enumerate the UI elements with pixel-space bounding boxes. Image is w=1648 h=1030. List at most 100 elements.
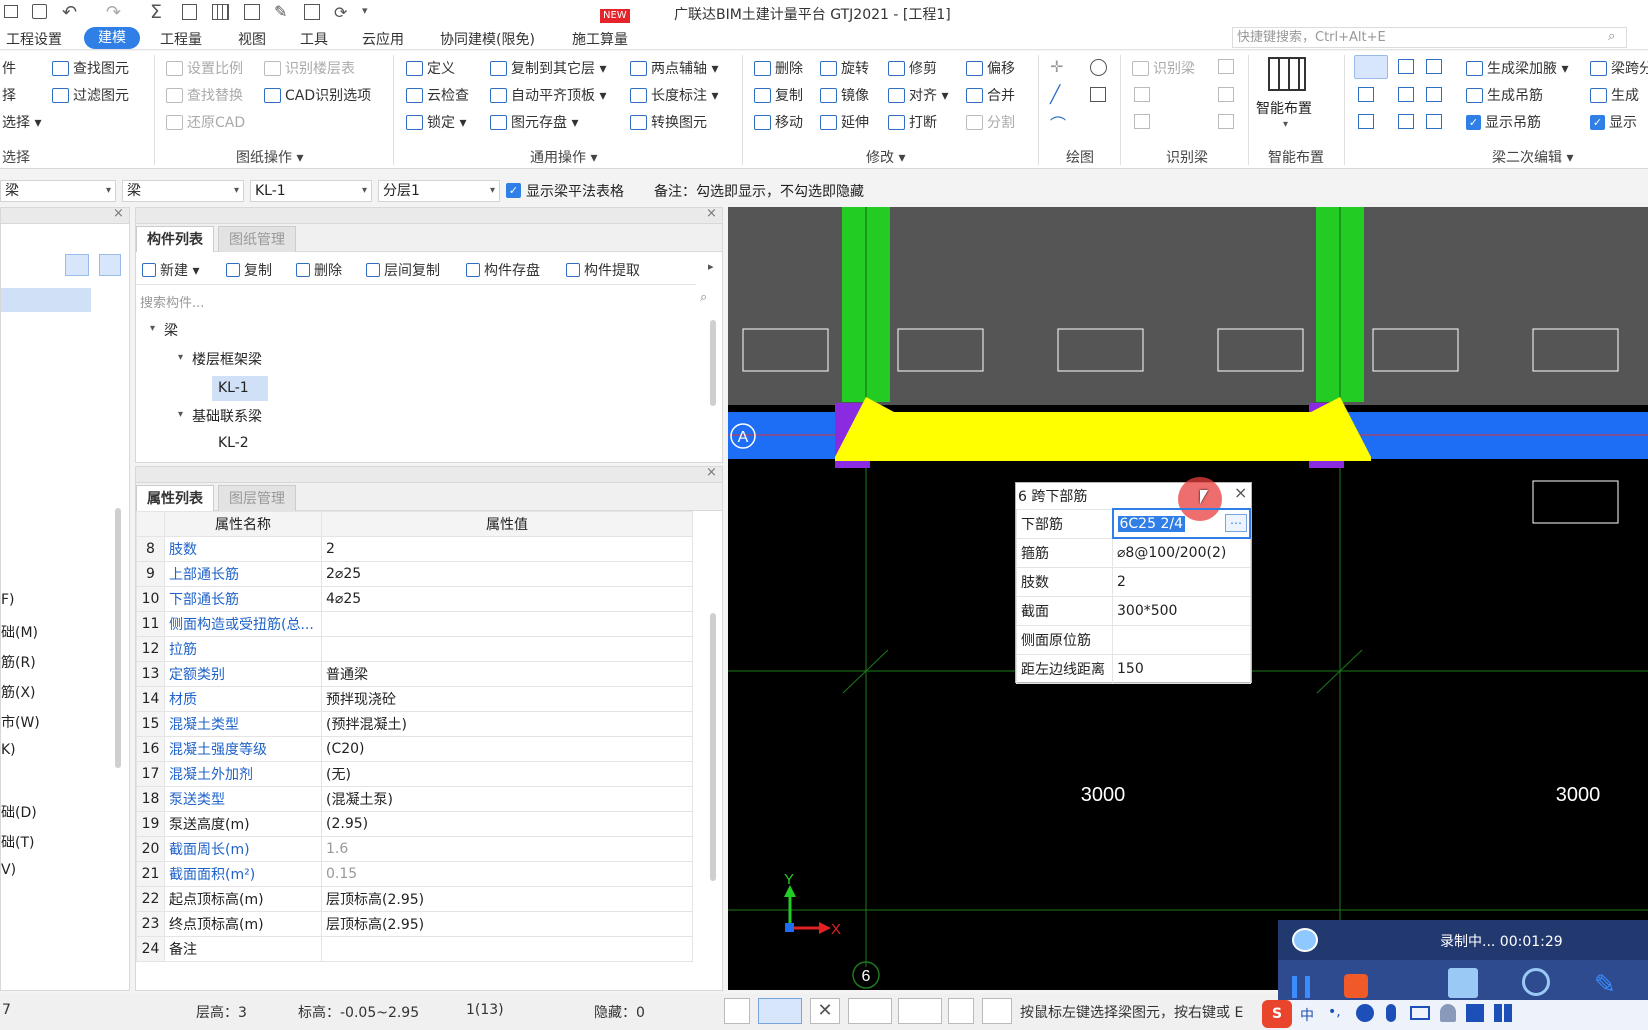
property-value[interactable]: 0.15	[321, 861, 693, 887]
punctuation-icon[interactable]: •,	[1328, 1004, 1341, 1020]
component-save-button[interactable]: 构件存盘	[466, 260, 540, 280]
popup-row[interactable]: 肢数 2	[1016, 566, 1251, 597]
smart-layout-dropdown-icon[interactable]: ▾	[1283, 119, 1288, 130]
popup-value[interactable]: 2	[1112, 566, 1251, 597]
property-row[interactable]: 18 泵送类型 (混凝土泵)	[136, 786, 693, 812]
move-button[interactable]: 移动	[754, 112, 803, 132]
cad-options-button[interactable]: CAD识别选项	[264, 85, 371, 105]
pause-icon[interactable]	[1292, 976, 1310, 998]
film-icon[interactable]	[304, 4, 320, 20]
property-row[interactable]: 16 混凝土强度等级 (C20)	[136, 736, 693, 762]
smart-layout-icon[interactable]	[1268, 57, 1306, 91]
tree-group-frame-beam[interactable]: 楼层框架梁	[192, 349, 262, 369]
lock-button[interactable]: 锁定 ▾	[406, 112, 466, 132]
menu-tools[interactable]: 工具	[300, 29, 328, 49]
component-search-input[interactable]: 搜索构件...	[140, 292, 204, 311]
group-label-common-ops[interactable]: 通用操作 ▾	[530, 147, 597, 167]
merge-button[interactable]: 合并	[966, 85, 1015, 105]
property-value[interactable]	[321, 936, 693, 962]
recognize-icon-5[interactable]	[1218, 87, 1234, 102]
beam-tool-icon-2[interactable]	[1426, 59, 1442, 74]
component-select[interactable]: KL-1	[250, 180, 372, 202]
tree-expand-icon[interactable]: ▾	[178, 409, 183, 420]
property-value[interactable]: 普通梁	[321, 661, 693, 687]
nav-item-3[interactable]: 筋(R)	[1, 652, 36, 672]
quick-search-input[interactable]: 快捷键搜索，Ctrl+Alt+E	[1232, 27, 1627, 48]
menu-view[interactable]: 视图	[238, 29, 266, 49]
table-icon[interactable]	[212, 4, 229, 20]
restore-cad-button[interactable]: 还原CAD	[166, 112, 245, 132]
edit-icon[interactable]: ✎	[1594, 970, 1616, 1000]
menu-project-settings[interactable]: 工程设置	[6, 29, 62, 49]
beam-span-icon[interactable]	[1354, 55, 1388, 79]
nav-item-4[interactable]: 筋(X)	[1, 682, 36, 702]
save-icon[interactable]	[32, 4, 47, 19]
search-icon[interactable]: ⌕	[700, 290, 707, 305]
beam-tool-icon-6[interactable]	[1358, 114, 1374, 129]
set-scale-button[interactable]: 设置比例	[166, 58, 243, 78]
nav-item-1[interactable]: F)	[1, 592, 15, 608]
find-element-button[interactable]: 查找图元	[52, 58, 129, 78]
location-icon[interactable]	[1522, 968, 1550, 996]
length-dimension-button[interactable]: 长度标注 ▾	[630, 85, 718, 105]
view-icon[interactable]	[948, 998, 974, 1024]
trim-button[interactable]: 修剪	[888, 58, 937, 78]
filter-element-button[interactable]: 过滤图元	[52, 85, 129, 105]
menu-collab[interactable]: 协同建模(限免)	[440, 29, 535, 49]
ribbon-partial-2[interactable]: 择	[2, 85, 16, 105]
new-component-button[interactable]: 新建 ▾	[142, 260, 199, 280]
split-button[interactable]: 分割	[966, 112, 1015, 132]
menu-quantity[interactable]: 工程量	[160, 29, 202, 49]
recognize-icon-6[interactable]	[1218, 114, 1234, 129]
category-select[interactable]: 梁	[0, 180, 116, 202]
beam-tool-icon-8[interactable]	[1426, 114, 1442, 129]
customize-icon[interactable]: ▾	[362, 4, 368, 17]
tab-drawing-management[interactable]: 图纸管理	[218, 226, 296, 252]
ime-mode[interactable]: 中	[1300, 1005, 1314, 1025]
offset-button[interactable]: 偏移	[966, 58, 1015, 78]
property-row[interactable]: 13 定额类别 普通梁	[136, 661, 693, 687]
property-row[interactable]: 8 肢数 2	[136, 536, 693, 562]
property-row[interactable]: 14 材质 预拌现浇砼	[136, 686, 693, 712]
interfloor-copy-button[interactable]: 层间复制	[366, 260, 440, 280]
property-value[interactable]: 4⌀25	[321, 586, 693, 612]
beam-span-partial-button[interactable]: 梁跨分	[1590, 58, 1648, 78]
property-value[interactable]: (混凝土泵)	[321, 786, 693, 812]
delete-component-button[interactable]: 删除	[296, 260, 342, 280]
generate-hanger-button[interactable]: 生成吊筋	[1466, 85, 1543, 105]
tree-item-kl1[interactable]: KL-1	[212, 376, 268, 401]
recognize-icon-3[interactable]	[1134, 114, 1150, 129]
group-label-drawing-ops[interactable]: 图纸操作 ▾	[236, 147, 303, 167]
close-icon[interactable]: ×	[706, 465, 717, 480]
show-partial-checkbox[interactable]: ✓ 显示	[1590, 112, 1637, 132]
tree-expand-icon[interactable]: ▾	[178, 352, 183, 363]
beam-tool-icon-3[interactable]	[1358, 87, 1374, 102]
component-extract-button[interactable]: 构件提取	[566, 260, 640, 280]
property-value[interactable]: 1.6	[321, 836, 693, 862]
extend-button[interactable]: 延伸	[820, 112, 869, 132]
popup-row[interactable]: 截面 300*500	[1016, 595, 1251, 626]
component-scrollbar[interactable]	[710, 320, 716, 406]
pen-tool-icon[interactable]	[1448, 968, 1478, 998]
sum-icon[interactable]: Σ	[150, 1, 162, 23]
tab-component-list[interactable]: 构件列表	[136, 226, 214, 252]
detail-view-icon[interactable]	[99, 254, 121, 276]
close-icon[interactable]: ×	[706, 206, 717, 221]
show-hanger-checkbox[interactable]: ✓ 显示吊筋	[1466, 112, 1541, 132]
nav-item-9[interactable]: V)	[1, 862, 16, 878]
beam-tool-icon-4[interactable]	[1398, 87, 1414, 102]
grid-icon[interactable]	[244, 4, 260, 20]
tree-group-foundation-beam[interactable]: 基础联系梁	[192, 406, 262, 426]
close-icon[interactable]: ×	[113, 206, 124, 221]
selected-beam[interactable]	[835, 397, 1371, 457]
keyboard-icon[interactable]	[1410, 1006, 1430, 1020]
delete-button[interactable]: 删除	[754, 58, 803, 78]
list-view-icon[interactable]	[65, 254, 89, 276]
circle-icon[interactable]	[1090, 59, 1107, 76]
property-value[interactable]: (2.95)	[321, 811, 693, 837]
show-table-checkbox[interactable]: ✓	[506, 183, 521, 198]
property-row[interactable]: 23 终点顶标高(m) 层顶标高(2.95)	[136, 911, 693, 937]
nav-item-7[interactable]: 础(D)	[1, 802, 37, 822]
menu-modeling[interactable]: 建模	[84, 27, 140, 49]
copy-to-other-floor-button[interactable]: 复制到其它层 ▾	[490, 58, 606, 78]
